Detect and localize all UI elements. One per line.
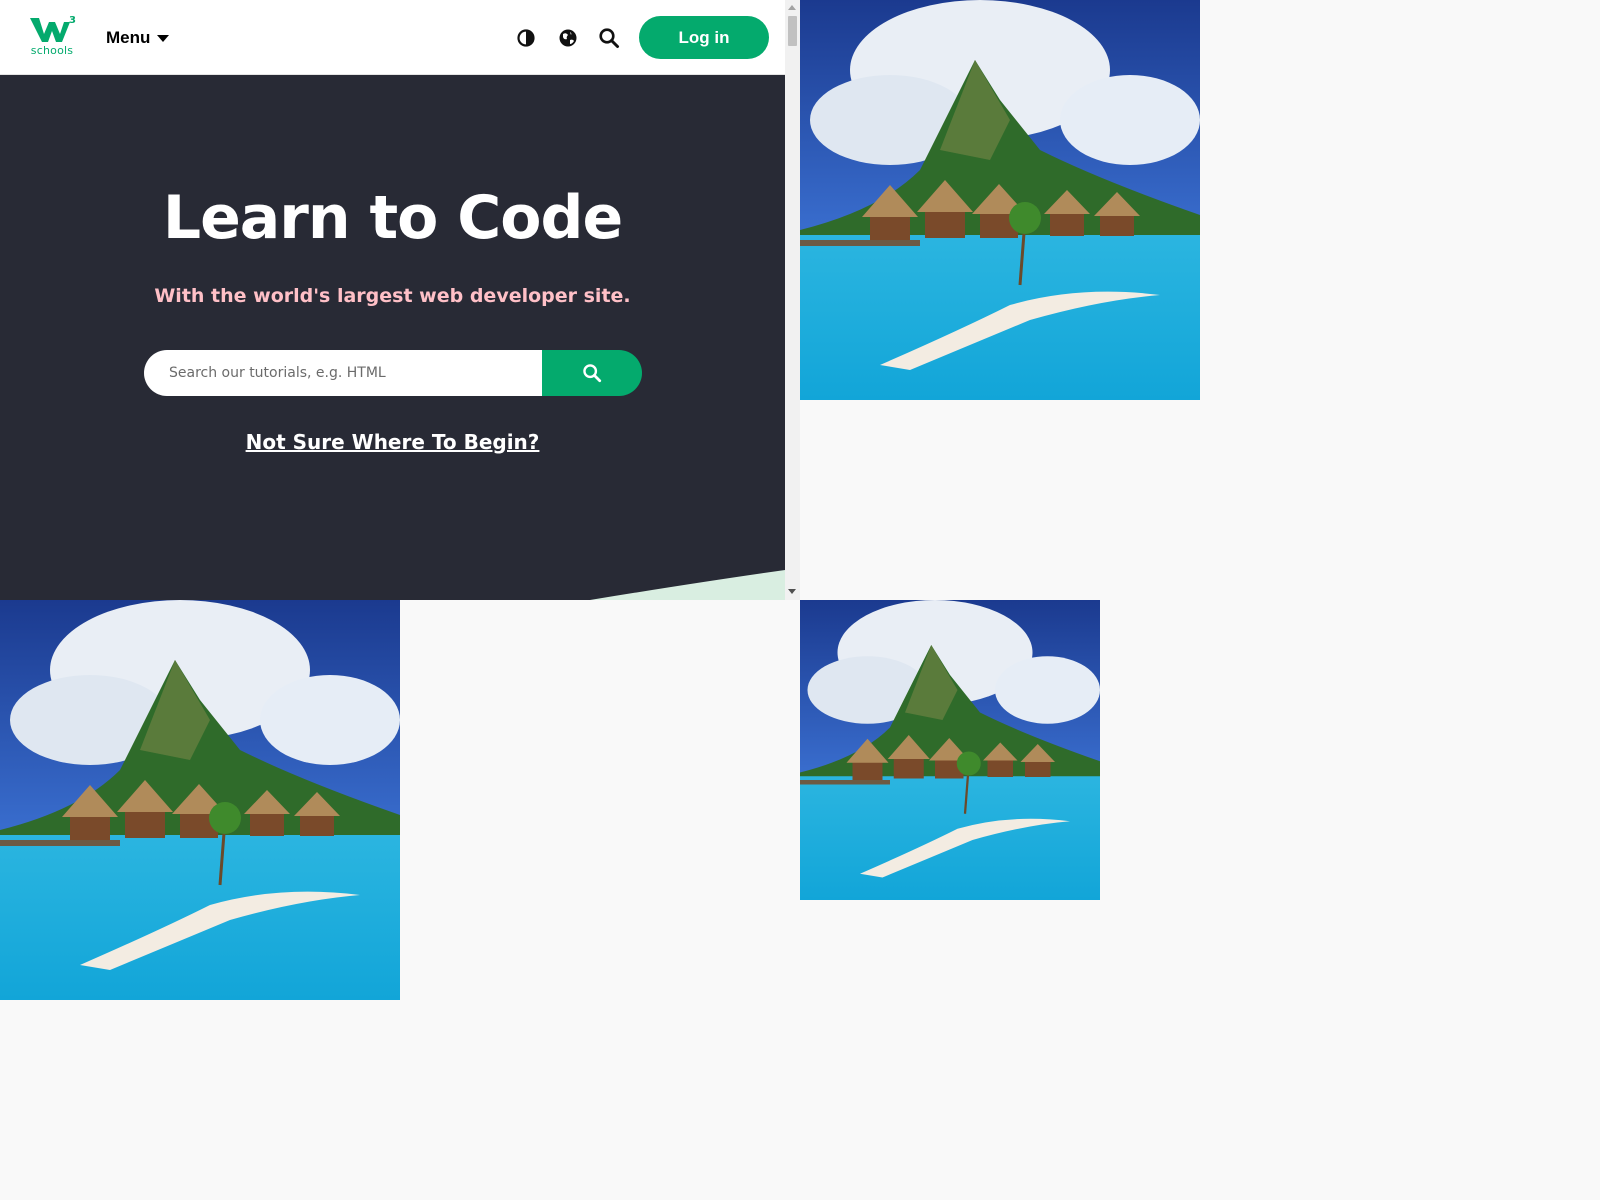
search-submit-button[interactable]: [542, 350, 642, 396]
scroll-down-arrow-icon[interactable]: [788, 589, 796, 594]
scroll-up-arrow-icon[interactable]: [788, 5, 796, 10]
island-photo-bottom-left: [0, 600, 400, 1000]
hero-section: Learn to Code With the world's largest w…: [0, 75, 785, 600]
menu-button[interactable]: Menu: [106, 26, 170, 50]
hero-wave-divider: [590, 570, 785, 600]
w3-logo-mark-icon: 3: [30, 15, 76, 42]
tutorial-search: [144, 350, 642, 396]
not-sure-where-to-begin-link[interactable]: Not Sure Where To Begin?: [0, 430, 785, 454]
frame-scrollbar[interactable]: [785, 0, 800, 600]
contrast-icon[interactable]: [515, 27, 537, 49]
search-input[interactable]: [144, 350, 542, 396]
island-photo-bottom-right: [800, 600, 1100, 900]
logo-wordmark: schools: [30, 44, 74, 57]
svg-text:3: 3: [69, 15, 76, 26]
top-navigation: 3 schools Menu Log in: [0, 0, 785, 75]
frame-content: 3 schools Menu Log in Learn to Code With…: [0, 0, 785, 600]
begin-link-label: Not Sure Where To Begin?: [245, 430, 540, 454]
login-button[interactable]: Log in: [639, 16, 769, 59]
menu-label: Menu: [106, 28, 151, 47]
globe-icon[interactable]: [557, 27, 579, 49]
caret-down-icon: [157, 34, 170, 42]
hero-title: Learn to Code: [162, 183, 623, 253]
search-icon: [583, 364, 602, 383]
scrollbar-thumb[interactable]: [788, 16, 797, 46]
search-icon[interactable]: [598, 27, 620, 49]
embedded-page-frame: 3 schools Menu Log in Learn to Code With…: [0, 0, 800, 600]
island-photo-top-right: [800, 0, 1200, 400]
w3schools-logo[interactable]: 3 schools: [28, 14, 78, 62]
hero-subtitle: With the world's largest web developer s…: [154, 285, 631, 307]
